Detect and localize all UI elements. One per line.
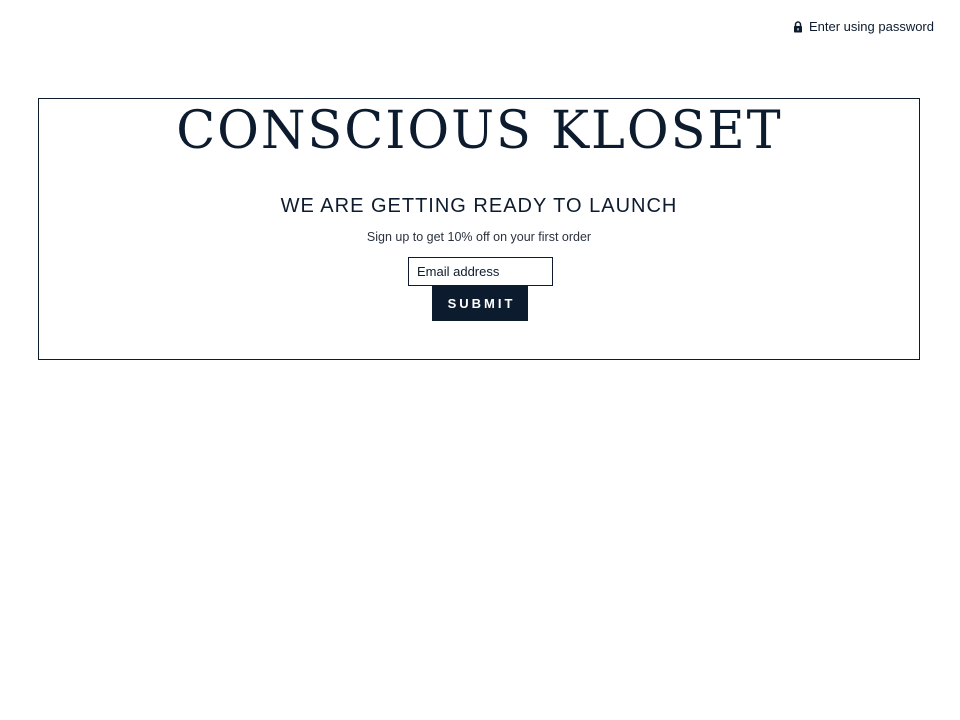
brand-logo-text: CONSCIOUS KLOSET (175, 101, 783, 161)
enter-password-link[interactable]: Enter using password (793, 19, 934, 34)
enter-password-label: Enter using password (808, 19, 934, 34)
launch-panel: CONSCIOUS KLOSET WE ARE GETTING READY TO… (38, 98, 920, 360)
launch-headline: WE ARE GETTING READY TO LAUNCH (280, 195, 678, 217)
lock-icon (793, 20, 803, 33)
signup-subtext: Sign up to get 10% off on your first ord… (366, 230, 592, 244)
submit-button[interactable]: SUBMIT (432, 286, 528, 321)
email-input[interactable] (408, 257, 553, 286)
brand-logo: CONSCIOUS KLOSET (39, 105, 919, 157)
password-page: Enter using password CONSCIOUS KLOSET WE… (0, 0, 960, 720)
